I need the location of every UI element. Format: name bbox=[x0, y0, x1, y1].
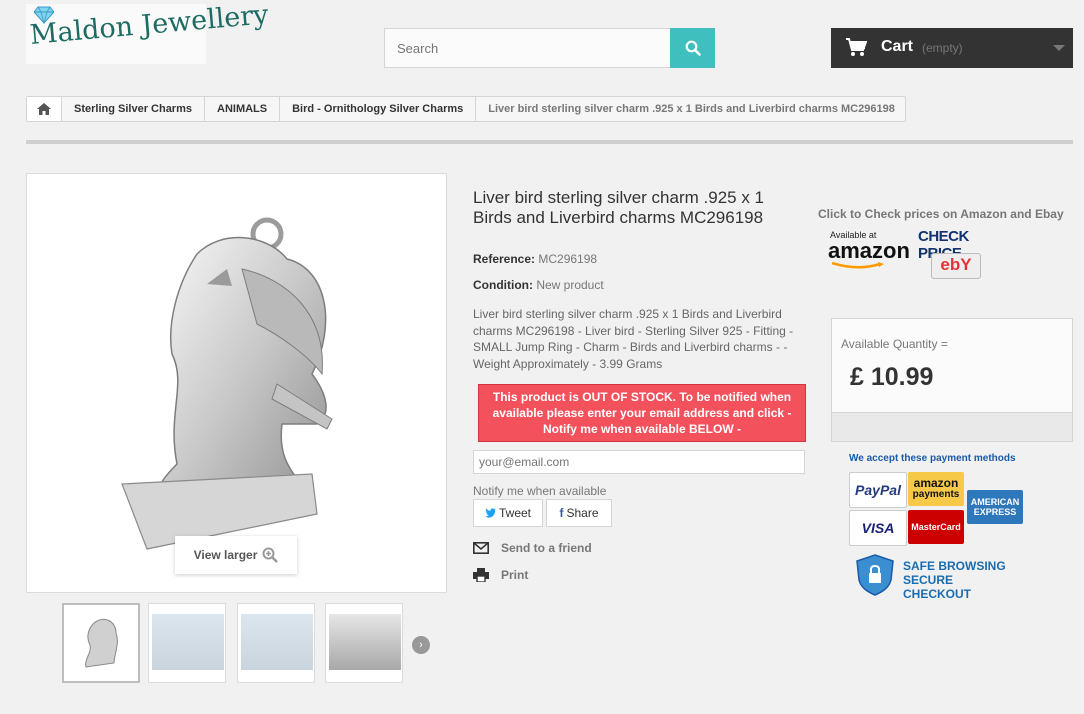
ebay-price-link[interactable]: CHECK PRICE ebY bbox=[918, 228, 998, 280]
amazon-price-link[interactable]: Available at amazon bbox=[828, 230, 910, 278]
price-box: Available Quantity = £ 10.99 bbox=[831, 318, 1073, 442]
safe-browsing-line: SAFE BROWSING bbox=[903, 559, 1006, 573]
thumbnail-image bbox=[241, 614, 313, 670]
amex-card-icon: AMERICAN EXPRESS bbox=[967, 490, 1023, 524]
logo-text: Maldon Jewellery bbox=[28, 0, 270, 51]
amazon-smile-icon bbox=[831, 262, 884, 269]
thumbnail[interactable] bbox=[237, 603, 315, 683]
share-label: Share bbox=[566, 506, 599, 520]
breadcrumb-home[interactable] bbox=[27, 97, 62, 121]
email-field[interactable] bbox=[473, 450, 805, 474]
check-prices-label: Click to Check prices on Amazon and Ebay bbox=[818, 207, 1064, 221]
reference-value: MC296198 bbox=[538, 252, 598, 266]
ebay-logo: ebY bbox=[940, 255, 972, 274]
thumbnail[interactable] bbox=[325, 603, 403, 683]
out-of-stock-message: This product is OUT OF STOCK. To be noti… bbox=[492, 390, 792, 436]
condition-label: Condition: bbox=[473, 278, 533, 292]
shopping-cart-icon bbox=[846, 38, 867, 56]
reference-label: Reference: bbox=[473, 252, 536, 266]
send-to-friend-label: Send to a friend bbox=[501, 541, 592, 555]
breadcrumb-item[interactable]: ANIMALS bbox=[205, 97, 281, 121]
chevron-right-icon[interactable]: › bbox=[412, 636, 430, 654]
product-price: £ 10.99 bbox=[850, 363, 934, 391]
thumbnail-image bbox=[85, 618, 118, 668]
cart-button[interactable]: Cart (empty) bbox=[831, 28, 1073, 68]
facebook-share-button[interactable]: f Share bbox=[546, 499, 612, 527]
envelope-icon bbox=[473, 542, 489, 554]
payment-title: We accept these payment methods bbox=[849, 453, 1016, 464]
thumbnail-image bbox=[329, 614, 401, 670]
breadcrumb-current: Liver bird sterling silver charm .925 x … bbox=[488, 103, 895, 115]
breadcrumb-item[interactable]: Bird - Ornithology Silver Charms bbox=[280, 97, 477, 121]
shield-icon bbox=[856, 554, 894, 596]
search-icon bbox=[685, 40, 701, 56]
ebay-badge: ebY bbox=[931, 253, 981, 279]
thumbnail-image bbox=[152, 614, 224, 670]
cart-label: Cart bbox=[881, 38, 914, 55]
amazon-payments-card-icon: amazon payments bbox=[908, 472, 964, 506]
visa-card-icon: VISA bbox=[849, 510, 907, 546]
safe-browsing-text: SAFE BROWSING SECURE CHECKOUT bbox=[903, 559, 1021, 601]
divider bbox=[26, 140, 1073, 144]
product-description: Liver bird sterling silver charm .925 x … bbox=[473, 307, 794, 371]
view-larger-label: View larger bbox=[193, 548, 258, 562]
tweet-label: Tweet bbox=[498, 506, 531, 520]
send-to-friend-link[interactable]: Send to a friend bbox=[473, 541, 592, 555]
condition-value: New product bbox=[536, 278, 604, 292]
view-larger-button[interactable]: View larger bbox=[175, 536, 297, 574]
condition-row: Condition: New product bbox=[473, 278, 604, 292]
notify-link[interactable]: Notify me when available bbox=[473, 484, 606, 498]
tweet-button[interactable]: Tweet bbox=[473, 499, 543, 527]
search-input[interactable] bbox=[384, 28, 672, 68]
out-of-stock-alert: This product is OUT OF STOCK. To be noti… bbox=[478, 384, 806, 442]
print-link[interactable]: Print bbox=[473, 568, 528, 582]
search-button[interactable] bbox=[670, 28, 715, 68]
cart-status: (empty) bbox=[922, 41, 963, 55]
twitter-icon bbox=[484, 508, 496, 518]
breadcrumb: Sterling Silver Charms ANIMALS Bird - Or… bbox=[26, 96, 906, 122]
product-title: Liver bird sterling silver charm .925 x … bbox=[473, 188, 765, 227]
product-image[interactable]: View larger bbox=[26, 173, 447, 593]
facebook-icon: f bbox=[559, 506, 564, 520]
zoom-icon bbox=[262, 547, 279, 563]
paypal-card-icon: PayPal bbox=[849, 472, 907, 508]
home-icon bbox=[37, 103, 51, 115]
search-bar bbox=[384, 28, 715, 68]
payment-methods: We accept these payment methods PayPal a… bbox=[845, 450, 1035, 610]
reference-row: Reference: MC296198 bbox=[473, 252, 597, 266]
site-logo[interactable]: Maldon Jewellery bbox=[26, 0, 270, 64]
print-icon bbox=[473, 568, 489, 582]
print-label: Print bbox=[501, 568, 529, 582]
breadcrumb-item[interactable]: Sterling Silver Charms bbox=[62, 97, 205, 121]
safe-browsing-badge: SAFE BROWSING SECURE CHECKOUT bbox=[851, 552, 1021, 601]
chevron-down-icon bbox=[1053, 45, 1065, 51]
amazon-brand: amazon bbox=[828, 238, 910, 263]
secure-checkout-line: SECURE CHECKOUT bbox=[903, 573, 971, 601]
thumbnail[interactable] bbox=[148, 603, 226, 683]
price-box-footer bbox=[832, 412, 1072, 441]
mastercard-card-icon: MasterCard bbox=[908, 510, 964, 544]
availability-label: Available Quantity = bbox=[841, 337, 948, 351]
thumbnail[interactable] bbox=[62, 603, 140, 683]
product-photo bbox=[121, 217, 333, 550]
